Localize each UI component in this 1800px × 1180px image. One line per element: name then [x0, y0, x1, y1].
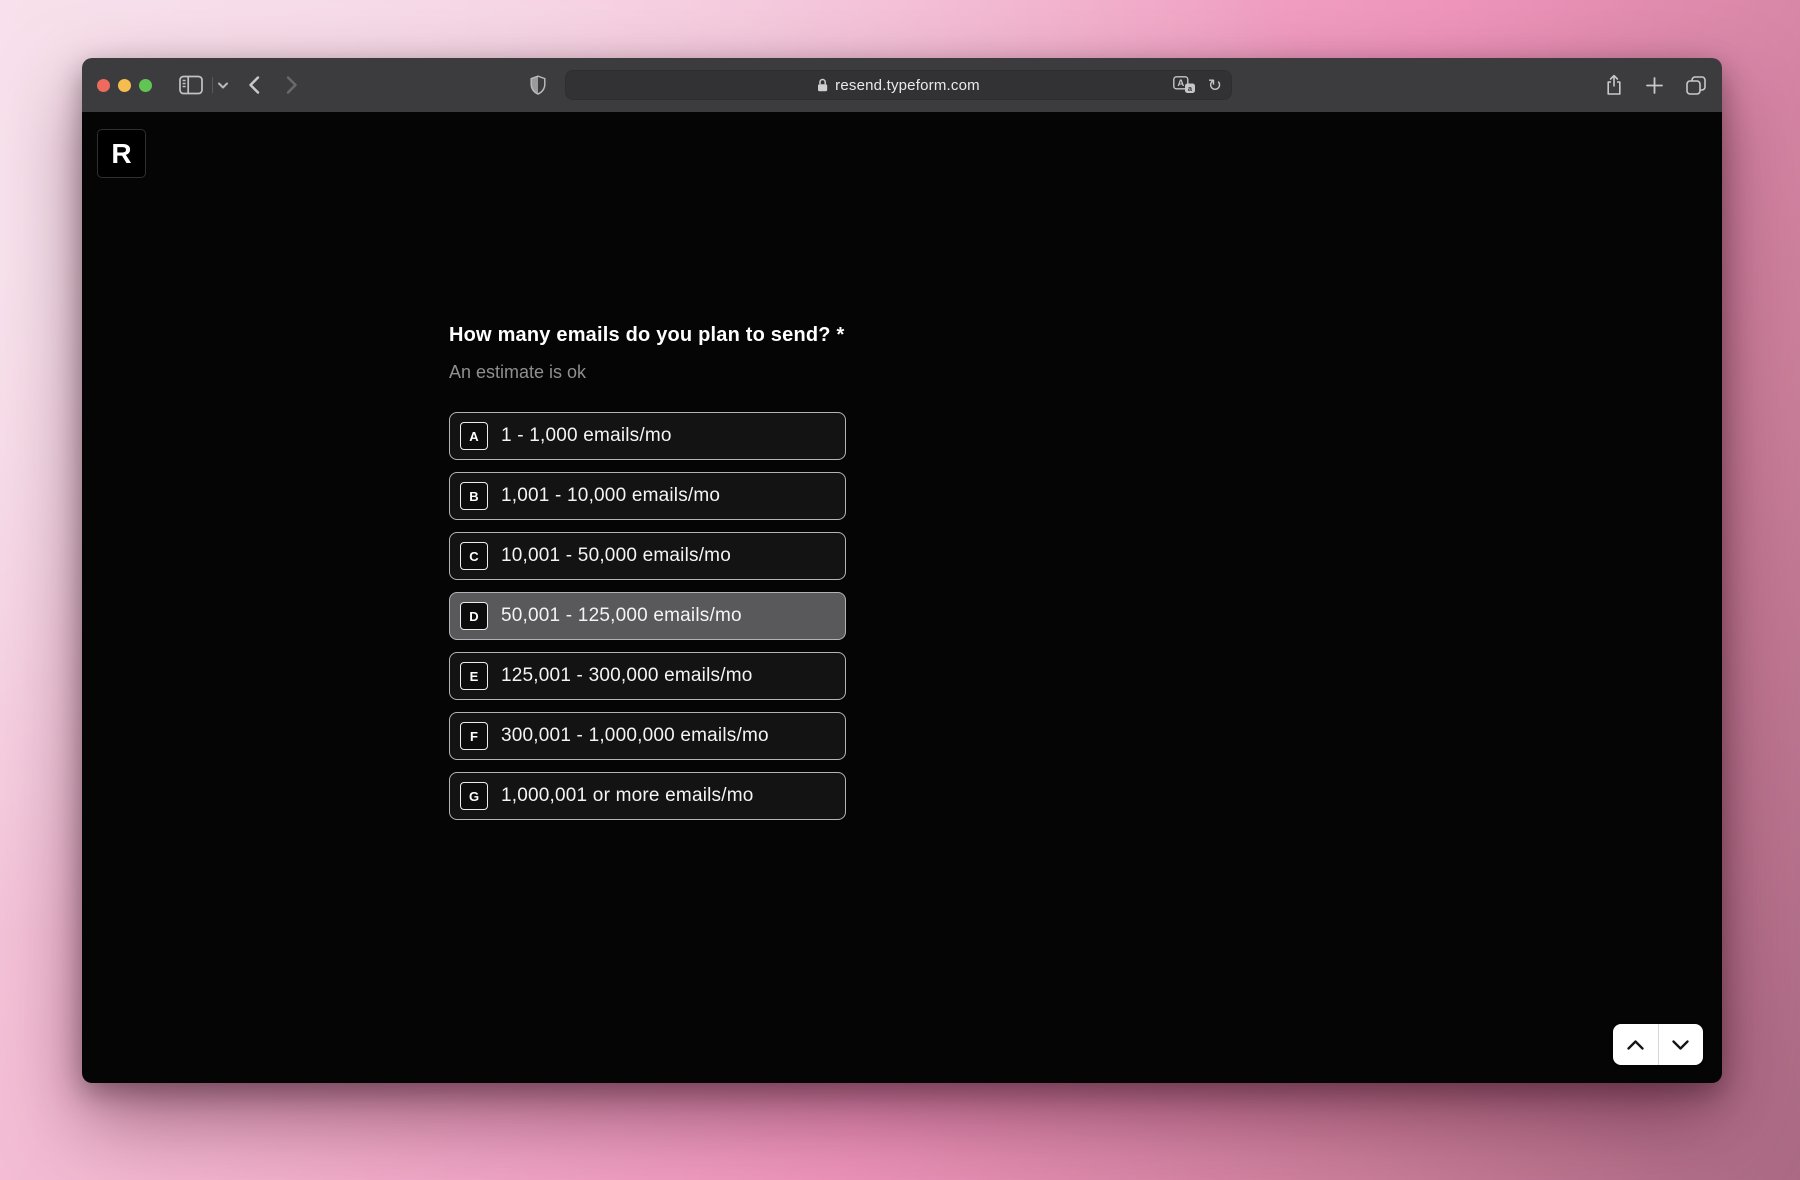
- logo-letter: R: [111, 138, 131, 170]
- next-question-button[interactable]: [1658, 1024, 1704, 1065]
- option-label: 1 - 1,000 emails/mo: [501, 425, 672, 447]
- traffic-lights: [97, 79, 152, 92]
- share-icon: [1605, 74, 1623, 96]
- previous-question-button[interactable]: [1613, 1024, 1658, 1065]
- chevron-right-icon: [286, 76, 298, 94]
- option-a[interactable]: A 1 - 1,000 emails/mo: [449, 412, 846, 460]
- option-label: 1,000,001 or more emails/mo: [501, 785, 754, 807]
- option-e[interactable]: E 125,001 - 300,000 emails/mo: [449, 652, 846, 700]
- option-key-badge: A: [460, 422, 488, 450]
- tabs-overview-icon: [1686, 76, 1706, 95]
- chevron-left-icon: [248, 76, 260, 94]
- url-text: resend.typeform.com: [835, 77, 980, 94]
- zoom-button[interactable]: [139, 79, 152, 92]
- option-key-badge: F: [460, 722, 488, 750]
- options-list: A 1 - 1,000 emails/mo B 1,001 - 10,000 e…: [449, 412, 846, 820]
- plus-icon: [1646, 77, 1663, 94]
- option-f[interactable]: F 300,001 - 1,000,000 emails/mo: [449, 712, 846, 760]
- option-label: 50,001 - 125,000 emails/mo: [501, 605, 742, 627]
- chevron-down-icon: [1672, 1040, 1689, 1050]
- close-button[interactable]: [97, 79, 110, 92]
- question-title: How many emails do you plan to send? *: [449, 324, 846, 347]
- option-label: 125,001 - 300,000 emails/mo: [501, 665, 753, 687]
- translate-icon: A a: [1173, 76, 1196, 94]
- reload-button[interactable]: ↻: [1208, 77, 1222, 94]
- new-tab-button[interactable]: [1646, 77, 1663, 94]
- toolbar-right-actions: [1605, 58, 1706, 112]
- desktop-background: resend.typeform.com A a: [0, 0, 1800, 1180]
- form-navigation: [1613, 1024, 1703, 1065]
- translate-button[interactable]: A a: [1173, 76, 1196, 94]
- sidebar-menu-button[interactable]: [216, 80, 230, 90]
- browser-window: resend.typeform.com A a: [82, 58, 1722, 1083]
- toolbar-divider: [212, 77, 213, 93]
- reload-icon: ↻: [1208, 77, 1222, 94]
- option-label: 1,001 - 10,000 emails/mo: [501, 485, 720, 507]
- option-key-badge: B: [460, 482, 488, 510]
- address-bar-actions: A a ↻: [1173, 71, 1222, 99]
- option-key-badge: C: [460, 542, 488, 570]
- address-bar-content: resend.typeform.com: [817, 77, 980, 94]
- share-button[interactable]: [1605, 74, 1623, 96]
- address-bar[interactable]: resend.typeform.com A a: [565, 70, 1232, 100]
- workspace-logo: R: [97, 129, 146, 178]
- privacy-shield-icon: [529, 75, 547, 96]
- option-key-badge: E: [460, 662, 488, 690]
- webpage-content: R How many emails do you plan to send? *…: [82, 112, 1722, 1083]
- show-tabs-button[interactable]: [1686, 76, 1706, 95]
- question-subtitle: An estimate is ok: [449, 362, 846, 383]
- option-key-badge: G: [460, 782, 488, 810]
- option-d[interactable]: D 50,001 - 125,000 emails/mo: [449, 592, 846, 640]
- svg-text:A: A: [1177, 78, 1184, 89]
- option-g[interactable]: G 1,000,001 or more emails/mo: [449, 772, 846, 820]
- forward-button[interactable]: [284, 75, 300, 95]
- back-button[interactable]: [246, 75, 262, 95]
- chevron-down-icon: [218, 82, 228, 89]
- browser-toolbar: resend.typeform.com A a: [82, 58, 1722, 112]
- option-c[interactable]: C 10,001 - 50,000 emails/mo: [449, 532, 846, 580]
- lock-icon: [817, 78, 828, 92]
- option-label: 300,001 - 1,000,000 emails/mo: [501, 725, 769, 747]
- survey-question: How many emails do you plan to send? * A…: [449, 324, 846, 832]
- chevron-up-icon: [1627, 1040, 1644, 1050]
- sidebar-icon: [179, 75, 203, 95]
- option-label: 10,001 - 50,000 emails/mo: [501, 545, 731, 567]
- option-key-badge: D: [460, 602, 488, 630]
- minimize-button[interactable]: [118, 79, 131, 92]
- sidebar-toggle-button[interactable]: [176, 74, 206, 96]
- option-b[interactable]: B 1,001 - 10,000 emails/mo: [449, 472, 846, 520]
- privacy-report-button[interactable]: [528, 74, 548, 96]
